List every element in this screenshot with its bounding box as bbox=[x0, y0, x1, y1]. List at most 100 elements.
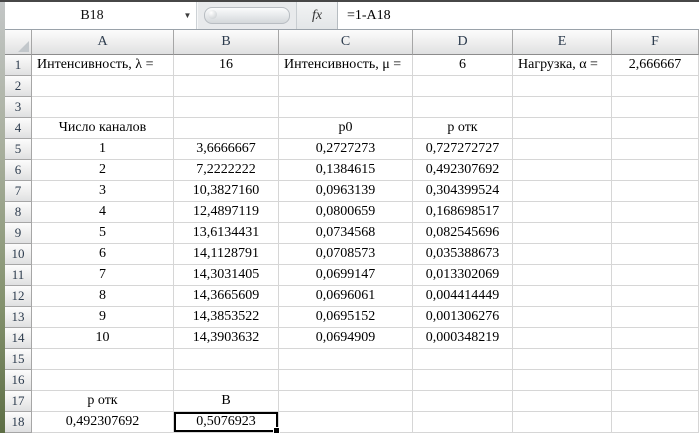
cell-E11[interactable] bbox=[513, 265, 612, 286]
cell-C10[interactable]: 0,0708573 bbox=[279, 244, 413, 265]
cell-D5[interactable]: 0,727272727 bbox=[413, 139, 513, 160]
cell-E13[interactable] bbox=[513, 307, 612, 328]
cell-F4[interactable] bbox=[612, 118, 699, 139]
cell-B5[interactable]: 3,6666667 bbox=[174, 139, 279, 160]
cell-E3[interactable] bbox=[513, 97, 612, 118]
row-header-13[interactable]: 13 bbox=[5, 307, 32, 328]
cell-E10[interactable] bbox=[513, 244, 612, 265]
cell-C14[interactable]: 0,0694909 bbox=[279, 328, 413, 349]
cell-D6[interactable]: 0,492307692 bbox=[413, 160, 513, 181]
chevron-down-icon[interactable]: ▼ bbox=[179, 2, 196, 29]
cell-C1[interactable]: Интенсивность, μ = bbox=[279, 55, 413, 76]
cell-F13[interactable] bbox=[612, 307, 699, 328]
row-header-9[interactable]: 9 bbox=[5, 223, 32, 244]
cell-A4[interactable]: Число каналов bbox=[32, 118, 174, 139]
cell-E18[interactable] bbox=[513, 412, 612, 433]
column-header-C[interactable]: C bbox=[279, 30, 413, 55]
cell-C5[interactable]: 0,2727273 bbox=[279, 139, 413, 160]
column-header-B[interactable]: B bbox=[174, 30, 279, 55]
cell-B12[interactable]: 14,3665609 bbox=[174, 286, 279, 307]
cell-F17[interactable] bbox=[612, 391, 699, 412]
cell-D9[interactable]: 0,082545696 bbox=[413, 223, 513, 244]
cell-C13[interactable]: 0,0695152 bbox=[279, 307, 413, 328]
cell-C16[interactable] bbox=[279, 370, 413, 391]
cell-E7[interactable] bbox=[513, 181, 612, 202]
cell-D4[interactable]: p отк bbox=[413, 118, 513, 139]
name-box-splitter[interactable] bbox=[197, 2, 296, 29]
cell-D15[interactable] bbox=[413, 349, 513, 370]
row-header-7[interactable]: 7 bbox=[5, 181, 32, 202]
fill-handle[interactable] bbox=[273, 427, 280, 433]
cell-B7[interactable]: 10,3827160 bbox=[174, 181, 279, 202]
cell-C18[interactable] bbox=[279, 412, 413, 433]
cell-F3[interactable] bbox=[612, 97, 699, 118]
cell-E1[interactable]: Нагрузка, α = bbox=[513, 55, 612, 76]
cell-E15[interactable] bbox=[513, 349, 612, 370]
cell-F5[interactable] bbox=[612, 139, 699, 160]
cell-E16[interactable] bbox=[513, 370, 612, 391]
row-header-15[interactable]: 15 bbox=[5, 349, 32, 370]
row-header-18[interactable]: 18 bbox=[5, 412, 32, 433]
cell-C12[interactable]: 0,0696061 bbox=[279, 286, 413, 307]
cell-C3[interactable] bbox=[279, 97, 413, 118]
cell-E14[interactable] bbox=[513, 328, 612, 349]
cell-F11[interactable] bbox=[612, 265, 699, 286]
cell-E12[interactable] bbox=[513, 286, 612, 307]
cell-A16[interactable] bbox=[32, 370, 174, 391]
row-header-1[interactable]: 1 bbox=[5, 55, 32, 76]
cell-E2[interactable] bbox=[513, 76, 612, 97]
cell-E8[interactable] bbox=[513, 202, 612, 223]
splitter-handle-icon[interactable] bbox=[204, 7, 290, 24]
cell-A2[interactable] bbox=[32, 76, 174, 97]
cell-B14[interactable]: 14,3903632 bbox=[174, 328, 279, 349]
cell-B17[interactable]: B bbox=[174, 391, 279, 412]
cell-A11[interactable]: 7 bbox=[32, 265, 174, 286]
cell-B9[interactable]: 13,6134431 bbox=[174, 223, 279, 244]
row-header-17[interactable]: 17 bbox=[5, 391, 32, 412]
cell-A9[interactable]: 5 bbox=[32, 223, 174, 244]
cell-D1[interactable]: 6 bbox=[413, 55, 513, 76]
cell-C11[interactable]: 0,0699147 bbox=[279, 265, 413, 286]
row-header-3[interactable]: 3 bbox=[5, 97, 32, 118]
column-header-D[interactable]: D bbox=[413, 30, 513, 55]
cell-C2[interactable] bbox=[279, 76, 413, 97]
cell-B15[interactable] bbox=[174, 349, 279, 370]
name-box[interactable]: B18 ▼ bbox=[5, 2, 197, 29]
cell-B6[interactable]: 7,2222222 bbox=[174, 160, 279, 181]
cell-B8[interactable]: 12,4897119 bbox=[174, 202, 279, 223]
cell-A17[interactable]: p отк bbox=[32, 391, 174, 412]
cell-B2[interactable] bbox=[174, 76, 279, 97]
cell-A12[interactable]: 8 bbox=[32, 286, 174, 307]
column-header-F[interactable]: F bbox=[612, 30, 699, 55]
column-header-E[interactable]: E bbox=[513, 30, 612, 55]
cell-B11[interactable]: 14,3031405 bbox=[174, 265, 279, 286]
cell-B3[interactable] bbox=[174, 97, 279, 118]
name-box-value[interactable]: B18 bbox=[5, 8, 179, 24]
cell-A10[interactable]: 6 bbox=[32, 244, 174, 265]
row-header-12[interactable]: 12 bbox=[5, 286, 32, 307]
cell-D8[interactable]: 0,168698517 bbox=[413, 202, 513, 223]
cell-E5[interactable] bbox=[513, 139, 612, 160]
cell-E9[interactable] bbox=[513, 223, 612, 244]
cell-D12[interactable]: 0,004414449 bbox=[413, 286, 513, 307]
select-all-button[interactable] bbox=[5, 30, 32, 55]
row-header-14[interactable]: 14 bbox=[5, 328, 32, 349]
row-header-4[interactable]: 4 bbox=[5, 118, 32, 139]
row-header-11[interactable]: 11 bbox=[5, 265, 32, 286]
cell-B4[interactable] bbox=[174, 118, 279, 139]
cell-F10[interactable] bbox=[612, 244, 699, 265]
cell-F15[interactable] bbox=[612, 349, 699, 370]
cell-F7[interactable] bbox=[612, 181, 699, 202]
row-header-10[interactable]: 10 bbox=[5, 244, 32, 265]
cell-A7[interactable]: 3 bbox=[32, 181, 174, 202]
cell-C7[interactable]: 0,0963139 bbox=[279, 181, 413, 202]
cell-B18[interactable]: 0,5076923 bbox=[174, 412, 280, 433]
cell-A15[interactable] bbox=[32, 349, 174, 370]
cell-D16[interactable] bbox=[413, 370, 513, 391]
cell-D2[interactable] bbox=[413, 76, 513, 97]
cell-C15[interactable] bbox=[279, 349, 413, 370]
cell-A13[interactable]: 9 bbox=[32, 307, 174, 328]
cell-D13[interactable]: 0,001306276 bbox=[413, 307, 513, 328]
cell-A18[interactable]: 0,492307692 bbox=[32, 412, 174, 433]
cell-D7[interactable]: 0,304399524 bbox=[413, 181, 513, 202]
